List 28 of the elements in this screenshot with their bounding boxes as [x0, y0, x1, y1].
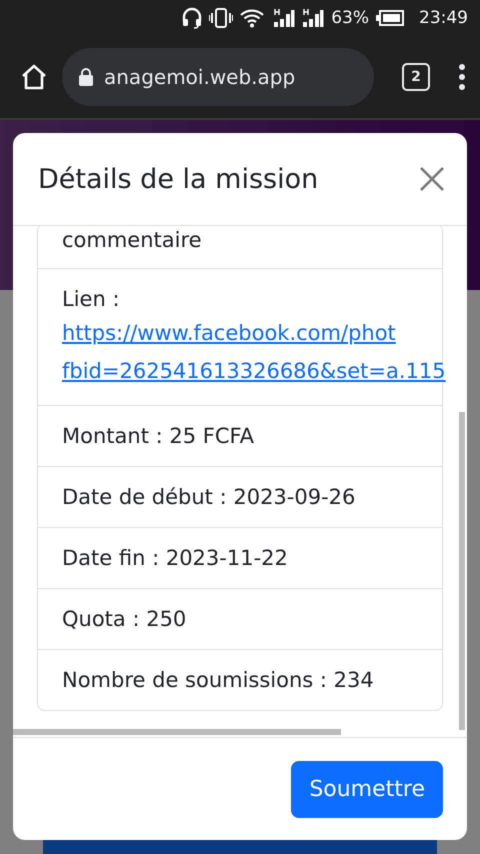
- modal-title: Détails de la mission: [38, 164, 318, 194]
- detail-text: Quota : 250: [62, 606, 188, 633]
- detail-text: Date de début : 2023-09-26: [62, 484, 356, 511]
- clock: 23:49: [419, 8, 468, 28]
- link[interactable]: fbid=262541613326686&set=a.115: [62, 353, 446, 391]
- address-bar[interactable]: anagemoi.web.app: [62, 48, 374, 106]
- signal-icon: [273, 8, 296, 28]
- detail-label: Lien :: [62, 286, 121, 313]
- detail-text: Montant : 25 FCFA: [62, 423, 256, 450]
- detail-text: commentaire: [62, 227, 203, 254]
- link[interactable]: https://www.facebook.com/phot: [62, 315, 396, 353]
- home-icon[interactable]: [20, 64, 48, 90]
- submit-button[interactable]: Soumettre: [291, 760, 443, 818]
- scrollbar[interactable]: [459, 412, 465, 730]
- battery-icon: [376, 10, 404, 26]
- url-text: anagemoi.web.app: [104, 65, 296, 89]
- battery-percent: 63%: [331, 8, 369, 28]
- lock-icon: [78, 67, 94, 87]
- vibrate-icon: [209, 8, 234, 28]
- scrollbar[interactable]: [13, 729, 341, 735]
- wifi-icon: [240, 8, 266, 28]
- headphones-icon: [182, 7, 202, 29]
- tab-count[interactable]: 2: [402, 63, 430, 91]
- close-icon[interactable]: [419, 166, 445, 192]
- menu-icon[interactable]: [458, 63, 466, 91]
- detail-text: Nombre de soumissions : 234: [62, 667, 375, 694]
- signal-icon: [302, 8, 324, 28]
- detail-text: Date fin : 2023-11-22: [62, 545, 289, 572]
